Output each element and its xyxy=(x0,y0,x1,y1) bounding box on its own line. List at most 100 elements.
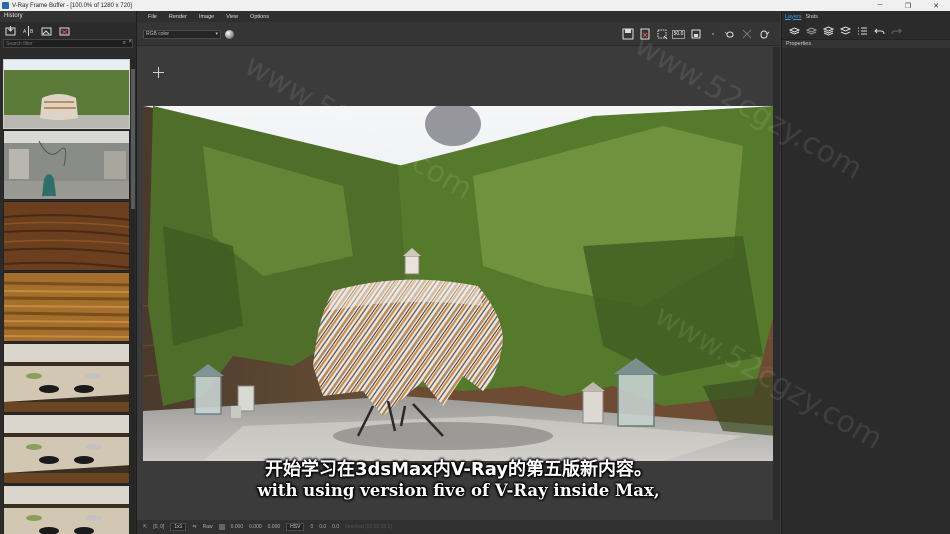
menu-view[interactable]: View xyxy=(226,14,238,20)
history-scrollbar[interactable] xyxy=(131,59,135,534)
status-bar: ⇱ [0, 0] 1x1 ⇋ Raw 0.000 0.000 0.000 HSV… xyxy=(137,520,780,534)
color-mode-dropdown[interactable]: HSV xyxy=(286,523,305,531)
layer-save-icon xyxy=(823,25,834,36)
raw-toggle-icon[interactable]: ⇋ xyxy=(192,524,196,530)
layer-add-icon xyxy=(789,26,800,35)
clear-image-icon xyxy=(640,28,649,40)
search-placeholder: Search filter xyxy=(6,40,33,47)
stop-icon xyxy=(742,29,751,39)
interactive-render-button[interactable] xyxy=(721,27,738,41)
value-b: 0.000 xyxy=(267,524,281,530)
title-bar: V-Ray Frame Buffer - [100.0% of 1280 x 7… xyxy=(0,0,950,11)
thumbnail-vase-scene xyxy=(4,131,129,199)
value-v: 0.0 xyxy=(332,524,340,530)
menu-file[interactable]: File xyxy=(148,14,157,20)
sample-size-dropdown[interactable]: 1x1 xyxy=(170,523,187,531)
thumbnail-wood-texture xyxy=(4,202,129,270)
dot-icon xyxy=(711,33,714,35)
load-history-button[interactable] xyxy=(40,25,53,36)
subtitle-english: with using version five of V-Ray inside … xyxy=(257,481,660,500)
create-layer-button[interactable] xyxy=(788,25,801,36)
ivy-courtyard-render xyxy=(143,106,776,461)
follow-mouse-button[interactable] xyxy=(704,27,721,41)
history-thumbnail[interactable] xyxy=(3,201,130,271)
lock-camera-button[interactable] xyxy=(687,27,704,41)
ab-compare-button[interactable]: AB xyxy=(22,25,35,36)
redo-icon xyxy=(891,28,902,34)
region-render-button[interactable] xyxy=(653,27,670,41)
save-to-history-button[interactable] xyxy=(4,25,17,36)
channel-dropdown[interactable]: RGB color ▾ xyxy=(143,30,221,39)
rendered-image[interactable] xyxy=(143,106,776,461)
list-icon xyxy=(858,27,867,34)
search-icon: ⌕ xyxy=(122,40,126,46)
subtitle-chinese: 开始学习在3dsMax内V-Ray的第五版新内容。 xyxy=(264,459,653,480)
undo-button[interactable] xyxy=(873,25,886,36)
delete-image-icon xyxy=(59,27,70,35)
layer-load-icon xyxy=(840,25,851,35)
compare-icon: AB xyxy=(23,25,34,36)
vfb-toolbar: RGB color ▾ 50.0 xyxy=(137,22,780,46)
layers-toolbar xyxy=(782,22,950,39)
history-thumbnail[interactable] xyxy=(3,130,130,200)
color-sphere-icon[interactable] xyxy=(225,30,234,39)
history-thumbnail[interactable] xyxy=(3,414,130,484)
history-search-input[interactable]: Search filter ⌕ × xyxy=(3,39,133,48)
zoom-level-button[interactable]: 50.0 xyxy=(670,27,687,41)
history-header: History xyxy=(0,11,136,22)
delete-history-button[interactable] xyxy=(58,25,71,36)
history-thumbnail[interactable] xyxy=(3,343,130,413)
history-panel: History AB Search filter ⌕ × xyxy=(0,11,137,534)
svg-text:A: A xyxy=(23,29,27,35)
teapot-refresh-icon xyxy=(724,31,734,38)
render-teapot-button[interactable] xyxy=(755,27,772,41)
minimize-button[interactable]: ─ xyxy=(866,0,894,11)
layers-panel: Layers Stats Properties xyxy=(781,11,950,534)
history-toolbar: AB xyxy=(0,22,136,39)
load-image-icon xyxy=(41,27,52,35)
value-s: 0.0 xyxy=(319,524,327,530)
pixel-color-swatch xyxy=(218,524,225,530)
value-r: 0.000 xyxy=(230,524,244,530)
stop-render-button[interactable] xyxy=(738,27,755,41)
value-h: 0 xyxy=(310,524,314,530)
channel-value: RGB color xyxy=(146,31,170,37)
chevron-down-icon: ▾ xyxy=(215,31,218,37)
thumbnail-dining-scene xyxy=(4,344,129,412)
layer-delete-icon xyxy=(806,26,817,35)
close-button[interactable]: ✕ xyxy=(922,0,950,11)
history-thumbnail[interactable] xyxy=(3,272,130,342)
render-viewport[interactable] xyxy=(137,47,780,520)
panel-tabs: Layers Stats xyxy=(782,11,950,22)
clear-search-icon[interactable]: × xyxy=(128,39,132,45)
load-layer-preset-button[interactable] xyxy=(839,25,852,36)
menu-options[interactable]: Options xyxy=(250,14,269,20)
thumbnail-dining-scene xyxy=(4,486,129,534)
viewport-scrollbar[interactable] xyxy=(773,47,780,520)
properties-header: Properties xyxy=(782,39,950,48)
history-thumbnail[interactable] xyxy=(3,59,130,129)
clear-image-button[interactable] xyxy=(636,27,653,41)
cursor-arrow-icon: ⇱ xyxy=(143,524,148,530)
redo-button[interactable] xyxy=(890,25,903,36)
delete-layer-button[interactable] xyxy=(805,25,818,36)
layer-list-button[interactable] xyxy=(856,25,869,36)
raw-label: Raw xyxy=(202,524,213,530)
scrollbar-thumb[interactable] xyxy=(131,69,135,209)
save-layer-preset-button[interactable] xyxy=(822,25,835,36)
history-thumbnail[interactable] xyxy=(3,485,130,534)
restore-button[interactable]: ❐ xyxy=(894,0,922,11)
render-status: Finished [00:02:25.0] xyxy=(345,524,392,530)
tab-layers[interactable]: Layers xyxy=(785,14,802,20)
menu-image[interactable]: Image xyxy=(199,14,214,20)
teapot-icon xyxy=(759,30,769,39)
thumbnail-dining-scene xyxy=(4,415,129,483)
undo-icon xyxy=(874,28,885,34)
save-history-icon xyxy=(5,25,16,35)
crosshair-cursor-icon xyxy=(153,67,164,78)
menu-render[interactable]: Render xyxy=(169,14,187,20)
vray-app-icon xyxy=(2,2,9,9)
save-image-button[interactable] xyxy=(619,27,636,41)
save-icon xyxy=(622,28,633,40)
tab-stats[interactable]: Stats xyxy=(806,14,819,20)
